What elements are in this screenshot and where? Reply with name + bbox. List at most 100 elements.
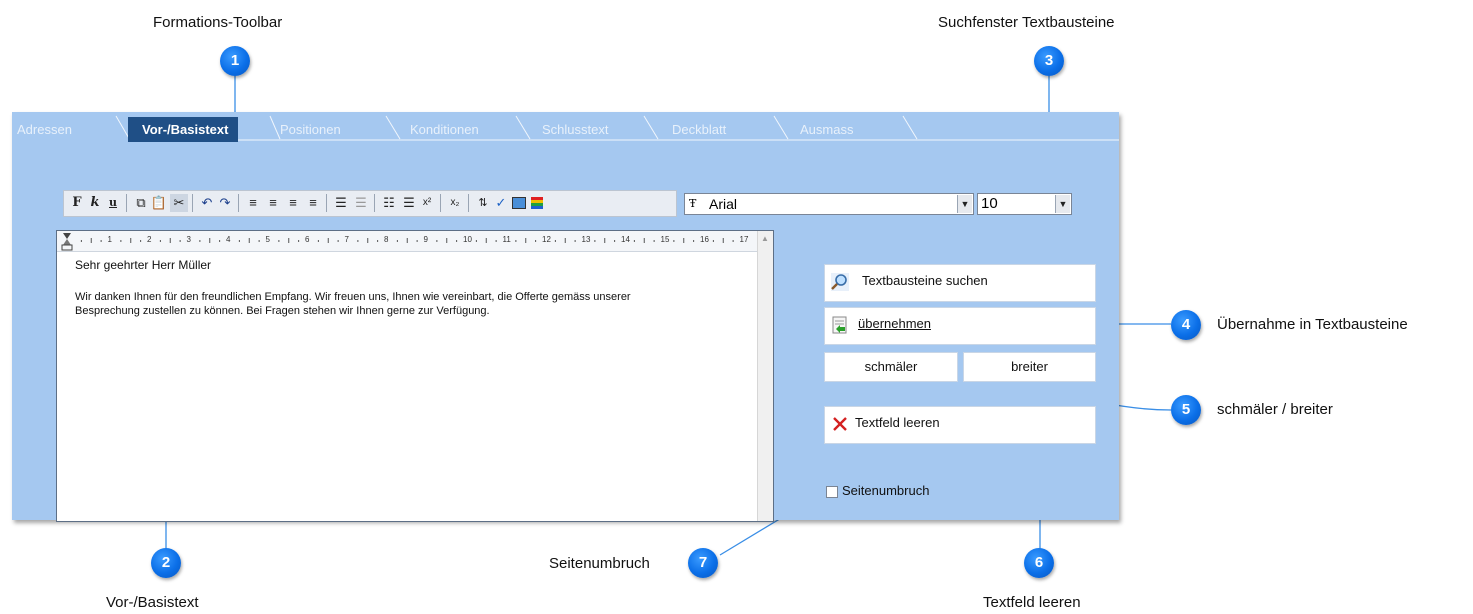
search-textblocks-button[interactable]: Textbausteine suchen — [824, 264, 1096, 302]
italic-icon[interactable]: k — [86, 194, 104, 212]
cut-icon[interactable]: ✂ — [170, 194, 188, 212]
align-right-icon[interactable]: ≡ — [284, 194, 302, 212]
search-textblocks-label: Textbausteine suchen — [862, 273, 988, 288]
ruler-tick — [357, 240, 359, 242]
ruler-tick — [446, 238, 448, 243]
ruler-tick — [712, 240, 714, 242]
editor-line-1: Wir danken Ihnen für den freundlichen Em… — [75, 291, 631, 303]
ruler-tick — [604, 238, 606, 243]
callout-label-2: Vor-/Basistext — [106, 594, 199, 611]
ruler-tick — [673, 240, 675, 242]
ruler-tick — [722, 238, 724, 243]
tab-konditionen[interactable]: Konditionen — [410, 119, 479, 141]
font-size-value: 10 — [981, 195, 998, 212]
ruler-tick — [643, 238, 645, 243]
insert-image-icon[interactable] — [510, 194, 528, 212]
font-family-select[interactable]: Ŧ Arial ▼ — [684, 193, 974, 215]
tab-positionen[interactable]: Positionen — [280, 119, 341, 141]
tab-adressen[interactable]: Adressen — [17, 119, 72, 141]
callout-badge-4: 4 — [1171, 310, 1201, 340]
ruler-tick — [485, 238, 487, 243]
callout-badge-7: 7 — [688, 548, 718, 578]
underline-icon[interactable]: u — [104, 194, 122, 212]
ruler: 1 2 3 4 5 6 7 8 9 10 11 12 13 14 15 16 17 — [57, 231, 757, 252]
ruler-tick — [100, 240, 102, 242]
editor-scrollbar[interactable]: ▲ — [757, 231, 773, 521]
base-text-editor[interactable]: 1 2 3 4 5 6 7 8 9 10 11 12 13 14 15 16 17 Sehr geehrter … — [56, 230, 774, 522]
callout-label-3: Suchfenster Textbausteine — [938, 14, 1115, 31]
ruler-number: 2 — [147, 235, 152, 244]
undo-icon[interactable]: ↶ — [198, 194, 216, 212]
scroll-up-icon[interactable]: ▲ — [761, 234, 769, 243]
ruler-number: 17 — [739, 235, 749, 244]
callout-badge-1: 1 — [220, 46, 250, 76]
spellcheck-icon[interactable]: ✓ — [492, 194, 510, 212]
clear-textfield-button[interactable]: Textfeld leeren — [824, 406, 1096, 444]
ruler-tick — [535, 240, 537, 242]
tab-deckblatt[interactable]: Deckblatt — [672, 119, 726, 141]
outdent-icon[interactable]: ☰ — [352, 194, 370, 212]
ruler-tick — [179, 240, 181, 242]
ruler-tick — [732, 240, 734, 242]
narrower-button[interactable]: schmäler — [824, 352, 958, 382]
apply-label: übernehmen — [858, 316, 931, 331]
magnifier-icon — [831, 273, 849, 291]
tab-vor-basistext[interactable]: Vor-/Basistext — [128, 117, 239, 142]
ruler-tick — [199, 240, 201, 242]
tab-ausmass[interactable]: Ausmass — [800, 119, 853, 141]
pagebreak-checkbox[interactable] — [826, 486, 838, 498]
ruler-tick — [298, 240, 300, 242]
ruler-tick — [683, 238, 685, 243]
copy-icon[interactable]: ⧉ — [132, 194, 150, 212]
ruler-number: 3 — [186, 235, 191, 244]
ruler-tick — [525, 238, 527, 243]
chevron-down-icon[interactable]: ▼ — [1055, 195, 1070, 213]
ruler-tick — [248, 238, 250, 243]
apply-button[interactable]: übernehmen — [824, 307, 1096, 345]
ruler-tick — [633, 240, 635, 242]
ruler-ticks — [61, 233, 734, 251]
close-icon — [833, 417, 847, 431]
ruler-tick — [564, 238, 566, 243]
tab-strip: Adressen Vor-/Basistext Positionen Kondi… — [12, 112, 1119, 142]
superscript-icon[interactable]: x² — [418, 194, 436, 212]
numbered-list-icon[interactable]: ☷ — [380, 194, 398, 212]
ruler-tick — [120, 240, 122, 242]
ruler-tick — [140, 240, 142, 242]
tab-schlusstext[interactable]: Schlusstext — [542, 119, 608, 141]
ruler-tick — [574, 240, 576, 242]
ruler-tick — [475, 240, 477, 242]
ruler-tick — [278, 240, 280, 242]
font-type-icon: Ŧ — [689, 197, 697, 210]
ruler-number: 1 — [107, 235, 112, 244]
redo-icon[interactable]: ↷ — [216, 194, 234, 212]
bold-icon[interactable]: F — [68, 194, 86, 212]
align-justify-icon[interactable]: ≡ — [304, 194, 322, 212]
pagebreak-label: Seitenumbruch — [842, 483, 930, 498]
ruler-tick — [288, 238, 290, 243]
ruler-tick — [219, 240, 221, 242]
font-size-select[interactable]: 10 ▼ — [977, 193, 1072, 215]
align-left-icon[interactable]: ≡ — [244, 194, 262, 212]
color-palette-icon[interactable] — [528, 194, 546, 212]
callout-label-1: Formations-Toolbar — [153, 14, 283, 31]
ruler-tick — [258, 240, 260, 242]
ruler-tick — [377, 240, 379, 242]
indent-icon[interactable]: ☰ — [400, 194, 418, 212]
subscript-icon[interactable]: x₂ — [446, 194, 464, 212]
callout-label-4: Übernahme in Textbausteine — [1217, 316, 1408, 333]
wider-button[interactable]: breiter — [963, 352, 1096, 382]
ruler-number: 12 — [542, 235, 551, 244]
ruler-tick — [159, 240, 161, 242]
ruler-number: 9 — [423, 235, 428, 244]
formatting-toolbar: F k u ⧉ 📋 ✂ ↶ ↷ ≡ ≡ ≡ ≡ ☰ ☰ ☷ ☰ x² x₂ ⇅ … — [63, 190, 677, 217]
ruler-tick — [693, 240, 695, 242]
ruler-tick — [130, 238, 132, 243]
chevron-down-icon[interactable]: ▼ — [957, 195, 972, 213]
sort-icon[interactable]: ⇅ — [474, 194, 492, 212]
ruler-number: 15 — [660, 235, 670, 244]
ruler-number: 4 — [226, 235, 231, 244]
paste-icon[interactable]: 📋 — [150, 194, 168, 212]
bullet-list-icon[interactable]: ☰ — [332, 194, 350, 212]
align-center-icon[interactable]: ≡ — [264, 194, 282, 212]
